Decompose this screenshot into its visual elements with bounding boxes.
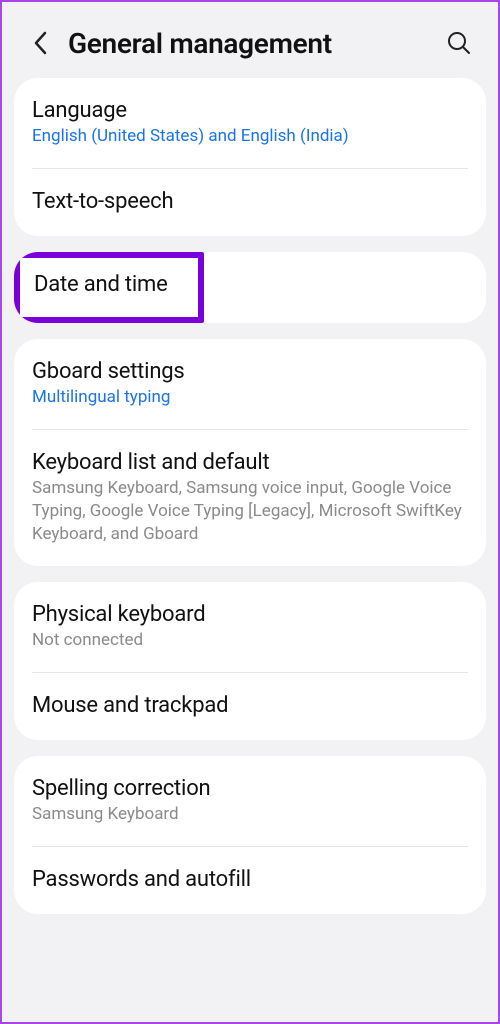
row-title: Gboard settings (32, 359, 468, 384)
row-subtitle: Samsung Keyboard (32, 803, 468, 826)
settings-group: Date and time (14, 252, 486, 323)
settings-group: Spelling correction Samsung Keyboard Pas… (14, 756, 486, 914)
setting-date-and-time[interactable]: Date and time (14, 252, 486, 323)
row-title: Text-to-speech (32, 189, 468, 214)
page-title: General management (68, 27, 442, 60)
row-title: Spelling correction (32, 776, 468, 801)
search-icon (446, 30, 472, 56)
setting-mouse-and-trackpad[interactable]: Mouse and trackpad (14, 673, 486, 740)
setting-keyboard-list-and-default[interactable]: Keyboard list and default Samsung Keyboa… (14, 430, 486, 566)
row-title: Physical keyboard (32, 602, 468, 627)
search-button[interactable] (442, 26, 476, 60)
settings-screen: General management Language English (Uni… (0, 0, 500, 1024)
row-subtitle: Samsung Keyboard, Samsung voice input, G… (32, 477, 468, 546)
settings-group: Gboard settings Multilingual typing Keyb… (14, 339, 486, 566)
setting-physical-keyboard[interactable]: Physical keyboard Not connected (14, 582, 486, 672)
row-title: Mouse and trackpad (32, 693, 468, 718)
row-title: Language (32, 98, 468, 123)
app-header: General management (2, 2, 498, 78)
back-button[interactable] (24, 26, 58, 60)
row-subtitle: Multilingual typing (32, 386, 468, 409)
setting-text-to-speech[interactable]: Text-to-speech (14, 169, 486, 236)
row-title: Date and time (34, 272, 184, 297)
settings-group: Physical keyboard Not connected Mouse an… (14, 582, 486, 740)
setting-spelling-correction[interactable]: Spelling correction Samsung Keyboard (14, 756, 486, 846)
setting-passwords-and-autofill[interactable]: Passwords and autofill (14, 847, 486, 914)
setting-language[interactable]: Language English (United States) and Eng… (14, 78, 486, 168)
row-subtitle: Not connected (32, 629, 468, 652)
setting-gboard[interactable]: Gboard settings Multilingual typing (14, 339, 486, 429)
settings-group: Language English (United States) and Eng… (14, 78, 486, 236)
row-subtitle: English (United States) and English (Ind… (32, 125, 468, 148)
row-title: Keyboard list and default (32, 450, 468, 475)
row-title: Passwords and autofill (32, 867, 468, 892)
chevron-left-icon (31, 29, 51, 57)
